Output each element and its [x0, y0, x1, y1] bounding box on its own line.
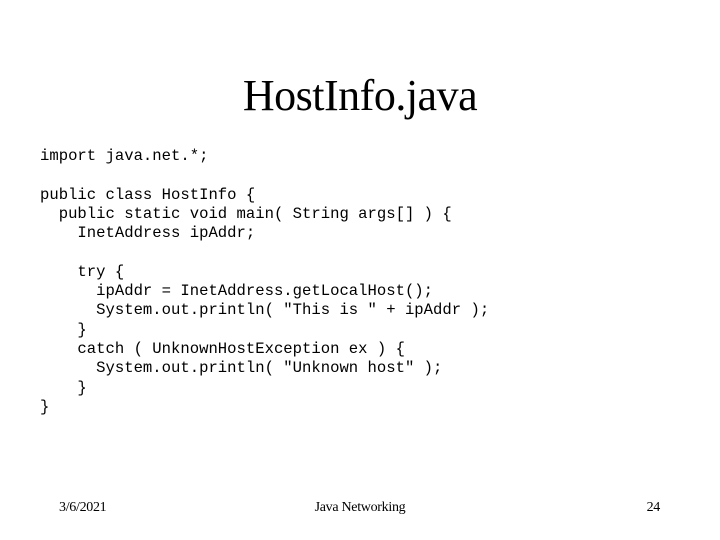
page-number: 24: [646, 500, 661, 515]
slide-title: HostInfo.java: [242, 71, 478, 120]
code-line: catch ( UnknownHostException ex ) {: [40, 339, 405, 358]
code-line: public static void main( String args[] )…: [40, 204, 452, 223]
code-line: ipAddr = InetAddress.getLocalHost();: [40, 282, 434, 301]
code-line: import java.net.*;: [40, 147, 209, 165]
code-listing: import java.net.*; public class HostInfo …: [40, 147, 489, 417]
code-line: System.out.println( "This is " + ipAddr …: [40, 301, 490, 320]
code-line: try {: [40, 262, 125, 281]
code-line: InetAddress ipAddr;: [40, 224, 256, 243]
footer-title: Java Networking: [314, 500, 406, 515]
code-line: }: [40, 397, 50, 416]
code-line: public class HostInfo {: [40, 185, 256, 204]
code-line: System.out.println( "Unknown host" );: [40, 359, 443, 378]
code-line: }: [40, 378, 87, 397]
code-line: }: [40, 320, 87, 339]
